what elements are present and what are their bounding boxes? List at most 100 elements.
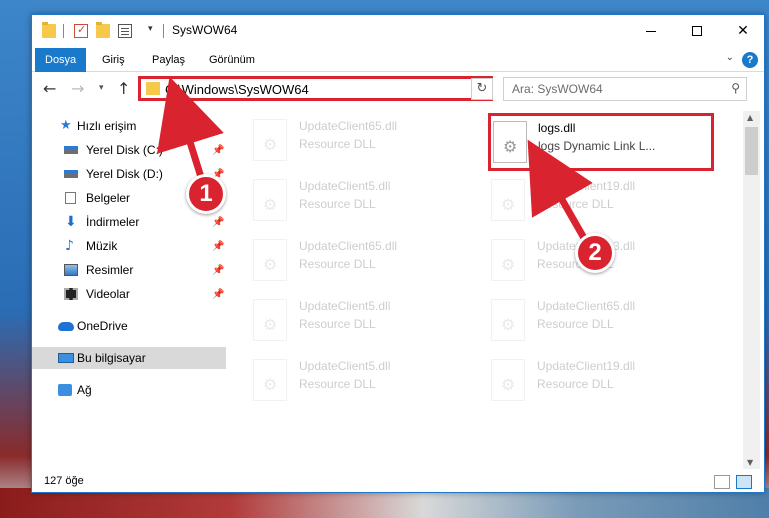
videos-icon xyxy=(64,288,78,300)
title-separator xyxy=(163,24,164,38)
sidebar-item-label: Resimler xyxy=(86,263,134,277)
network-icon xyxy=(58,384,72,396)
file-name: UpdateClient65.dll xyxy=(299,239,398,253)
file-name: UpdateClient5.dll xyxy=(299,299,391,313)
tab-home[interactable]: Giriş xyxy=(92,48,135,72)
gear-icon: ⚙ xyxy=(263,255,278,274)
tab-file[interactable]: Dosya xyxy=(35,48,87,72)
file-tile[interactable]: ⚙ UpdateClient65.dll Resource DLL xyxy=(229,231,465,287)
file-tile[interactable]: ⚙ UpdateClient19.dll Resource DLL xyxy=(467,171,703,227)
minimize-button[interactable] xyxy=(628,15,674,47)
pin-icon[interactable]: 📌 xyxy=(212,265,224,276)
tab-share[interactable]: Paylaş xyxy=(142,48,195,72)
close-button[interactable]: ✕ xyxy=(720,15,766,47)
sidebar-item-label: Yerel Disk (D:) xyxy=(86,167,163,181)
address-path[interactable]: C:\Windows\SysWOW64 xyxy=(165,82,309,97)
file-tile[interactable]: ⚙ UpdateClient5.dll Resource DLL xyxy=(229,351,465,407)
dll-file-icon: ⚙ xyxy=(253,179,287,221)
minimize-icon xyxy=(646,30,656,32)
forward-button[interactable]: → xyxy=(71,79,84,98)
file-name: UpdateClient5.dll xyxy=(299,179,391,193)
vertical-scrollbar[interactable]: ▲ ▼ xyxy=(743,111,760,469)
dll-file-icon: ⚙ xyxy=(253,359,287,401)
gear-icon: ⚙ xyxy=(501,255,516,274)
file-name: UpdateClient65.dll xyxy=(299,119,398,133)
properties-check-icon[interactable] xyxy=(74,23,88,38)
sidebar-item-network[interactable]: Ağ xyxy=(32,379,226,401)
search-placeholder: Ara: SysWOW64 xyxy=(512,82,603,96)
sidebar-item-onedrive[interactable]: OneDrive xyxy=(32,315,226,337)
sidebar-item-label: Videolar xyxy=(86,287,130,301)
sidebar-item-this-pc[interactable]: Bu bilgisayar xyxy=(32,347,226,369)
scroll-down-icon[interactable]: ▼ xyxy=(747,458,753,467)
item-count: 127 öğe xyxy=(44,475,84,487)
back-button[interactable]: ← xyxy=(43,79,56,98)
file-description: Resource DLL xyxy=(299,197,376,211)
dll-file-icon: ⚙ xyxy=(253,119,287,161)
maximize-icon xyxy=(692,26,702,36)
dll-file-icon: ⚙ xyxy=(491,299,525,341)
gear-icon: ⚙ xyxy=(263,375,278,394)
pin-icon[interactable]: 📌 xyxy=(212,145,224,156)
scroll-up-icon[interactable]: ▲ xyxy=(747,113,753,122)
file-description: Resource DLL xyxy=(299,137,376,151)
recent-locations-icon[interactable]: ▾ xyxy=(99,83,104,93)
sidebar-item-local-disk-c[interactable]: Yerel Disk (C:) 📌 xyxy=(32,139,226,161)
customize-list-icon[interactable] xyxy=(118,24,132,38)
sidebar-item-label: İndirmeler xyxy=(86,215,140,229)
large-icons-view-icon[interactable] xyxy=(736,475,752,489)
file-tile[interactable]: ⚙ UpdateClient65.dll Resource DLL xyxy=(229,111,465,167)
window-title: SysWOW64 xyxy=(172,23,238,37)
dll-file-icon: ⚙ xyxy=(493,121,527,163)
sidebar-item-label: Bu bilgisayar xyxy=(77,351,146,365)
new-folder-icon[interactable] xyxy=(96,22,110,38)
gear-icon: ⚙ xyxy=(501,375,516,394)
callout-badge-1: 1 xyxy=(186,174,226,214)
explorer-window: ▾ SysWOW64 ✕ Dosya Giriş Paylaş Görünüm … xyxy=(31,14,765,493)
file-name: UpdateClient19.dll xyxy=(537,179,636,193)
file-name: logs.dll xyxy=(538,121,576,135)
disk-icon xyxy=(64,146,78,154)
file-tile[interactable]: ⚙ UpdateClient5.dll Resource DLL xyxy=(229,171,465,227)
sidebar-item-label: OneDrive xyxy=(77,319,128,333)
pin-icon[interactable]: 📌 xyxy=(212,241,224,252)
folder-icon[interactable] xyxy=(42,22,56,38)
refresh-button[interactable]: ↻ xyxy=(471,78,493,100)
file-tile-logs-dll[interactable]: ⚙ logs.dll logs Dynamic Link L... xyxy=(488,113,714,171)
up-button[interactable]: ↑ xyxy=(117,79,130,98)
music-icon: ♪ xyxy=(65,238,74,254)
search-input[interactable]: Ara: SysWOW64 ⚲ xyxy=(503,77,747,101)
search-icon: ⚲ xyxy=(731,81,740,95)
details-view-icon[interactable] xyxy=(714,475,730,489)
file-tile[interactable]: ⚙ UpdateClient65.dll Resource DLL xyxy=(467,291,703,347)
download-icon: ⬇ xyxy=(65,214,77,230)
pin-icon[interactable]: 📌 xyxy=(212,289,224,300)
gear-icon: ⚙ xyxy=(263,315,278,334)
sidebar-item-downloads[interactable]: ⬇ İndirmeler 📌 xyxy=(32,211,226,233)
sidebar-item-pictures[interactable]: Resimler 📌 xyxy=(32,259,226,281)
sidebar-item-quick-access[interactable]: ★ Hızlı erişim xyxy=(32,115,226,137)
navigation-bar: ← → ▾ ↑ C:\Windows\SysWOW64 ⌄ ↻ Ara: Sys… xyxy=(32,73,764,105)
sidebar-item-music[interactable]: ♪ Müzik 📌 xyxy=(32,235,226,257)
sidebar-item-label: Müzik xyxy=(86,239,118,253)
dll-file-icon: ⚙ xyxy=(491,359,525,401)
status-bar: 127 öğe xyxy=(32,471,764,493)
quick-access-dropdown-icon[interactable]: ▾ xyxy=(148,23,153,34)
star-icon: ★ xyxy=(60,118,72,133)
maximize-button[interactable] xyxy=(674,15,720,47)
sidebar-item-videos[interactable]: Videolar 📌 xyxy=(32,283,226,305)
ribbon-expand-icon[interactable]: ⌄ xyxy=(726,52,734,63)
scroll-thumb[interactable] xyxy=(745,127,758,175)
file-description: Resource DLL xyxy=(299,257,376,271)
pin-icon[interactable]: 📌 xyxy=(212,217,224,228)
address-bar[interactable]: C:\Windows\SysWOW64 ⌄ xyxy=(138,76,493,101)
tab-view[interactable]: Görünüm xyxy=(199,48,265,72)
gear-icon: ⚙ xyxy=(503,137,518,156)
dll-file-icon: ⚙ xyxy=(491,239,525,281)
help-icon[interactable]: ? xyxy=(742,52,758,68)
dll-file-icon: ⚙ xyxy=(253,239,287,281)
file-tile[interactable]: ⚙ UpdateClient19.dll Resource DLL xyxy=(467,351,703,407)
sidebar-item-label: Belgeler xyxy=(86,191,131,205)
ribbon-tabs: Dosya Giriş Paylaş Görünüm ⌄ ? xyxy=(32,48,764,72)
file-tile[interactable]: ⚙ UpdateClient5.dll Resource DLL xyxy=(229,291,465,347)
